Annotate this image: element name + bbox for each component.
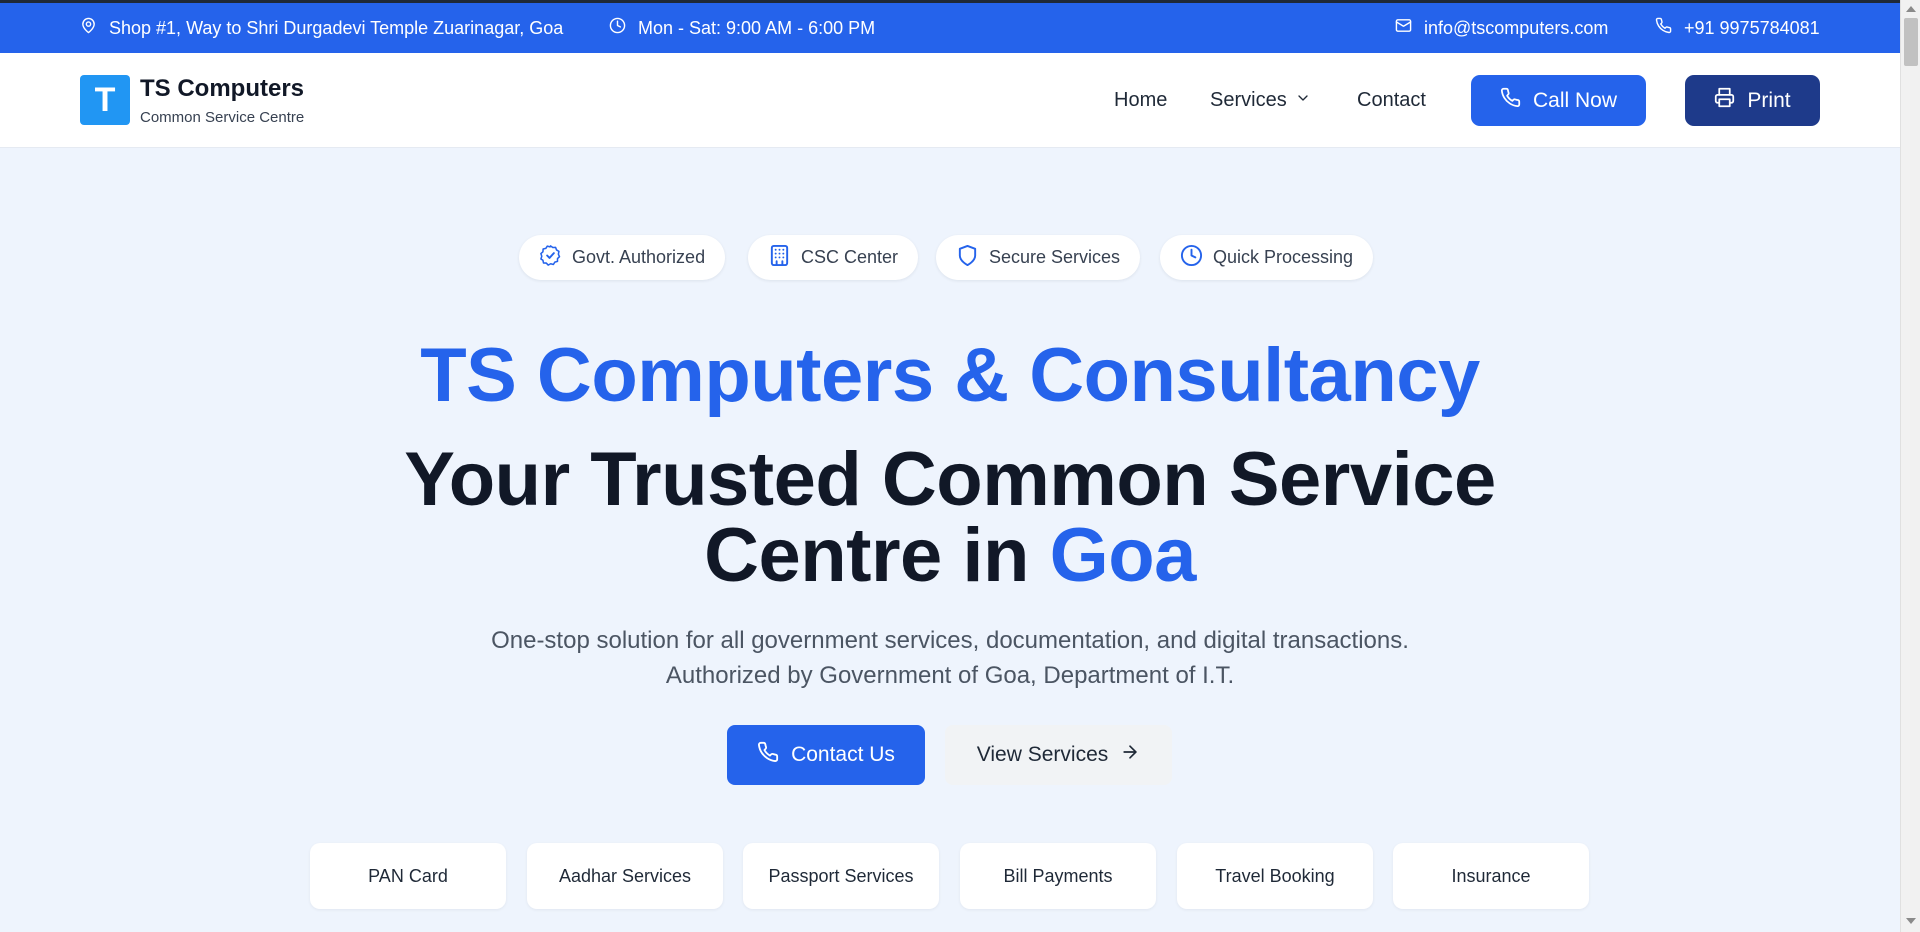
logo[interactable]: T	[80, 75, 130, 125]
email-text: info@tscomputers.com	[1424, 17, 1609, 38]
scroll-down-arrow-icon[interactable]	[1906, 918, 1916, 924]
badge-label: Secure Services	[989, 247, 1121, 267]
nav-services-label: Services	[1210, 89, 1287, 111]
service-tile-passport[interactable]: Passport Services	[743, 843, 939, 909]
brand-subtitle: Common Service Centre	[140, 109, 305, 126]
site-header: T TS Computers Common Service Centre Hom…	[0, 53, 1900, 148]
call-now-button[interactable]: Call Now	[1471, 75, 1646, 126]
shield-icon	[956, 244, 979, 272]
building-icon	[768, 244, 791, 272]
email-link[interactable]: info@tscomputers.com	[1395, 3, 1608, 53]
clock-icon	[1180, 244, 1203, 272]
call-now-label: Call Now	[1532, 88, 1618, 112]
badge-label: CSC Center	[801, 247, 899, 267]
top-info-bar: Shop #1, Way to Shri Durgadevi Temple Zu…	[0, 0, 1900, 53]
print-label: Print	[1747, 88, 1791, 112]
nav-home[interactable]: Home	[1114, 53, 1167, 148]
phone-icon	[1655, 17, 1672, 39]
hours-text: Mon - Sat: 9:00 AM - 6:00 PM	[638, 17, 876, 38]
service-tile-aadhar[interactable]: Aadhar Services	[527, 843, 723, 909]
scroll-up-arrow-icon[interactable]	[1906, 6, 1916, 12]
view-services-label: View Services	[976, 743, 1109, 766]
badge-csc-center: CSC Center	[748, 235, 919, 280]
hero-description: One-stop solution for all government ser…	[491, 627, 1409, 689]
clock-icon	[609, 17, 626, 39]
badge-label: Quick Processing	[1213, 247, 1354, 267]
phone-text: +91 9975784081	[1684, 17, 1820, 38]
view-services-button[interactable]: View Services	[945, 725, 1172, 785]
nav-contact-label: Contact	[1357, 89, 1426, 111]
service-tile-travel-booking[interactable]: Travel Booking	[1177, 843, 1373, 909]
badge-secure-services: Secure Services	[936, 235, 1141, 280]
phone-link[interactable]: +91 9975784081	[1655, 3, 1820, 53]
hero-brand-heading: TS Computers & Consultancy	[420, 333, 1480, 418]
print-button[interactable]: Print	[1685, 75, 1820, 126]
printer-icon	[1714, 87, 1735, 114]
badge-quick-processing: Quick Processing	[1160, 235, 1374, 280]
phone-icon	[1500, 87, 1521, 114]
nav-home-label: Home	[1114, 89, 1168, 111]
badge-label: Govt. Authorized	[572, 247, 706, 267]
address-text: Shop #1, Way to Shri Durgadevi Temple Zu…	[109, 17, 564, 38]
badge-check-icon	[539, 244, 562, 272]
badge-govt-authorized: Govt. Authorized	[519, 235, 726, 280]
mail-icon	[1395, 17, 1412, 39]
vertical-scrollbar[interactable]	[1900, 0, 1920, 932]
scrollbar-thumb[interactable]	[1904, 18, 1918, 66]
contact-us-button[interactable]: Contact Us	[727, 725, 925, 785]
service-tile-insurance[interactable]: Insurance	[1393, 843, 1589, 909]
arrow-right-icon	[1120, 742, 1140, 768]
chevron-down-icon	[1295, 89, 1311, 112]
service-tile-bill-payments[interactable]: Bill Payments	[960, 843, 1156, 909]
hours-info: Mon - Sat: 9:00 AM - 6:00 PM	[609, 3, 875, 53]
nav-services[interactable]: Services	[1210, 53, 1311, 148]
map-pin-icon	[80, 17, 97, 39]
hero-title-main: Your Trusted Common Service Centre in	[404, 437, 1496, 598]
brand-name[interactable]: TS Computers	[140, 75, 304, 103]
address-info: Shop #1, Way to Shri Durgadevi Temple Zu…	[80, 3, 563, 53]
hero-title: Your Trusted Common Service Centre in Go…	[340, 442, 1560, 594]
phone-icon	[757, 741, 779, 769]
contact-us-label: Contact Us	[791, 743, 895, 766]
hero-title-accent: Goa	[1049, 513, 1197, 598]
service-tile-pan-card[interactable]: PAN Card	[310, 843, 506, 909]
nav-contact[interactable]: Contact	[1357, 53, 1426, 148]
page: Shop #1, Way to Shri Durgadevi Temple Zu…	[0, 0, 1920, 932]
